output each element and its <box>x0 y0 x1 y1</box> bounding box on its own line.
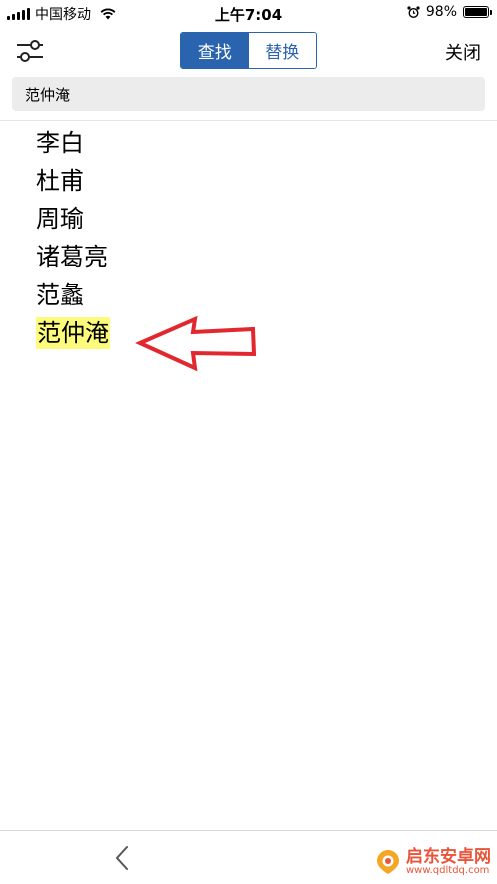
battery-icon <box>463 6 492 18</box>
divider <box>0 120 497 121</box>
close-button[interactable]: 关闭 <box>445 39 481 65</box>
document-line: 周瑜 <box>36 200 110 238</box>
watermark-logo-icon <box>377 850 399 874</box>
status-right: 98% <box>407 4 492 20</box>
document-line: 李白 <box>36 124 110 162</box>
search-match-highlight: 范仲淹 <box>36 317 110 349</box>
watermark-url: www.qdltdq.com <box>406 864 490 876</box>
left-arrow-icon <box>135 315 257 372</box>
chevron-left-icon[interactable] <box>108 843 138 873</box>
find-replace-tabs: 查找 替换 <box>180 32 317 69</box>
document-line: 范蠡 <box>36 276 110 314</box>
status-bar: 中国移动 上午7:04 98% <box>0 0 497 26</box>
search-input[interactable] <box>12 77 485 111</box>
watermark-text: 启东安卓网 www.qdltdq.com <box>406 846 491 876</box>
tab-find[interactable]: 查找 <box>181 33 249 68</box>
document-line: 诸葛亮 <box>36 238 110 276</box>
line-text: 李白 <box>36 129 84 157</box>
tab-replace[interactable]: 替换 <box>248 33 316 68</box>
document-line: 杜甫 <box>36 162 110 200</box>
watermark-title: 启东安卓网 <box>406 846 491 867</box>
search-box <box>12 77 485 111</box>
line-text: 杜甫 <box>36 167 84 195</box>
alarm-icon <box>407 5 420 18</box>
line-text: 诸葛亮 <box>36 243 108 271</box>
document-body: 李白 杜甫 周瑜 诸葛亮 范蠡 范仲淹 <box>36 124 110 352</box>
battery-percent: 98% <box>425 4 457 20</box>
line-text: 周瑜 <box>36 205 84 233</box>
document-line-highlighted: 范仲淹 <box>36 314 110 352</box>
battery-fill <box>465 8 487 16</box>
line-text: 范蠡 <box>36 281 84 309</box>
watermark: 启东安卓网 www.qdltdq.com <box>374 848 491 876</box>
toolbar: 查找 替换 关闭 <box>0 26 497 74</box>
sliders-icon[interactable] <box>14 36 46 66</box>
